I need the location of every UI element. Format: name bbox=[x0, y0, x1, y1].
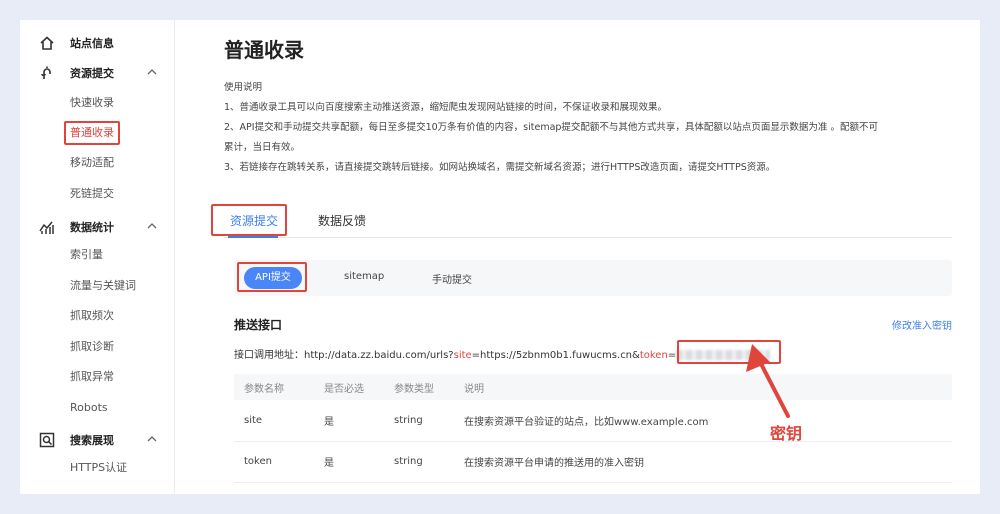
table-cell: token bbox=[244, 456, 272, 467]
endpoint-token-eq: = bbox=[667, 350, 677, 361]
annotation-label-key: 密钥 bbox=[770, 424, 803, 443]
endpoint-site-value: =https://5zbnm0b1.fuwucms.cn& bbox=[471, 350, 640, 361]
usage-heading: 使用说明 bbox=[224, 82, 263, 93]
search-display-icon bbox=[38, 431, 56, 449]
sidebar-group-label: 资源提交 bbox=[70, 67, 114, 80]
sidebar: 站点信息 资源提交 快速收录 普通收录 移动适配 死链提交 数据统计 索引量 流… bbox=[20, 20, 175, 494]
usage-instructions: 使用说明 1、普通收录工具可以向百度搜索主动推送资源，缩短爬虫发现网站链接的时间… bbox=[224, 78, 964, 178]
subtab-sitemap[interactable]: sitemap bbox=[344, 271, 384, 282]
sidebar-group-label: 搜索展现 bbox=[70, 434, 114, 447]
chevron-up-icon[interactable] bbox=[146, 433, 158, 445]
highlight-box-tab bbox=[211, 204, 287, 236]
usage-line: 1、普通收录工具可以向百度搜索主动推送资源，缩短爬虫发现网站链接的时间，不保证收… bbox=[224, 102, 668, 113]
main-tabs: 资源提交 数据反馈 bbox=[224, 206, 952, 238]
table-cell: string bbox=[394, 456, 423, 467]
tab-data-feedback[interactable]: 数据反馈 bbox=[318, 212, 366, 229]
highlight-box-api bbox=[237, 262, 307, 292]
table-row: token 是 string 在搜索资源平台申请的推送用的准入密钥 bbox=[234, 441, 952, 482]
usage-line: 3、若链接存在跳转关系，请直接提交跳转后链接。如网站换域名，需提交新域名资源；进… bbox=[224, 162, 776, 173]
chart-icon bbox=[38, 218, 56, 236]
resource-submit-icon bbox=[38, 64, 56, 82]
usage-line: 累计，当日有效。 bbox=[224, 142, 301, 153]
table-cell: site bbox=[244, 414, 263, 426]
subtab-manual-submit[interactable]: 手动提交 bbox=[432, 271, 472, 286]
params-table: 参数名称 是否必选 参数类型 说明 site 是 string 在搜索资源平台验… bbox=[234, 374, 952, 483]
table-header: 是否必选 bbox=[324, 383, 364, 395]
table-cell: 在搜索资源平台申请的推送用的准入密钥 bbox=[464, 458, 644, 469]
sidebar-group-data-stats[interactable]: 数据统计 bbox=[20, 212, 175, 242]
home-icon bbox=[38, 34, 56, 52]
sidebar-group-label: 站点信息 bbox=[70, 37, 114, 50]
push-interface-title: 推送接口 bbox=[234, 318, 283, 332]
active-tab-indicator bbox=[228, 236, 278, 238]
sidebar-group-label: 数据统计 bbox=[70, 221, 114, 234]
table-cell: string bbox=[394, 414, 423, 426]
table-header: 说明 bbox=[464, 383, 484, 395]
sidebar-group-resource-submit[interactable]: 资源提交 bbox=[20, 58, 175, 88]
sidebar-item-crawl-frequency[interactable]: 抓取频次 bbox=[70, 306, 114, 326]
app-frame: 站点信息 资源提交 快速收录 普通收录 移动适配 死链提交 数据统计 索引量 流… bbox=[20, 20, 980, 494]
sidebar-item-crawl-errors[interactable]: 抓取异常 bbox=[70, 367, 114, 387]
sidebar-item-https-cert[interactable]: HTTPS认证 bbox=[70, 458, 127, 478]
sidebar-item-traffic-keywords[interactable]: 流量与关键词 bbox=[70, 276, 136, 296]
endpoint-label: 接口调用地址： bbox=[234, 350, 304, 361]
usage-line: 2、API提交和手动提交共享配额，每日至多提交10万条有价值的内容，sitema… bbox=[224, 122, 878, 133]
sidebar-item-robots[interactable]: Robots bbox=[70, 398, 108, 418]
highlight-box-token bbox=[677, 340, 781, 364]
sidebar-group-site-info[interactable]: 站点信息 bbox=[20, 28, 175, 58]
sidebar-item-mobile-adapt[interactable]: 移动适配 bbox=[70, 153, 114, 173]
highlight-box-sidebar bbox=[64, 121, 120, 145]
table-header-row: 参数名称 是否必选 参数类型 说明 bbox=[234, 374, 952, 400]
submit-method-bar: API提交 sitemap 手动提交 bbox=[234, 260, 952, 296]
page-title: 普通收录 bbox=[224, 38, 304, 62]
table-cell: 在搜索资源平台验证的站点，比如www.example.com bbox=[464, 416, 709, 428]
main-content: 普通收录 使用说明 1、普通收录工具可以向百度搜索主动推送资源，缩短爬虫发现网站… bbox=[176, 20, 980, 494]
table-header: 参数名称 bbox=[244, 383, 284, 395]
sidebar-item-dead-link[interactable]: 死链提交 bbox=[70, 184, 114, 204]
endpoint-token-key: token bbox=[639, 350, 668, 361]
sidebar-item-quick-index[interactable]: 快速收录 bbox=[70, 93, 114, 113]
chevron-up-icon[interactable] bbox=[146, 220, 158, 232]
chevron-up-icon[interactable] bbox=[146, 66, 158, 78]
table-row: site 是 string 在搜索资源平台验证的站点，比如www.example… bbox=[234, 400, 952, 441]
sidebar-item-index-count[interactable]: 索引量 bbox=[70, 245, 103, 265]
sidebar-group-search-display[interactable]: 搜索展现 bbox=[20, 425, 175, 455]
endpoint-site-key: site bbox=[453, 350, 472, 361]
endpoint-url-prefix: http://data.zz.baidu.com/urls? bbox=[304, 350, 454, 361]
table-cell: 是 bbox=[324, 416, 334, 428]
sidebar-item-crawl-diagnosis[interactable]: 抓取诊断 bbox=[70, 337, 114, 357]
table-cell: 是 bbox=[324, 458, 334, 469]
edit-access-key-link[interactable]: 修改准入密钥 bbox=[892, 317, 952, 332]
table-header: 参数类型 bbox=[394, 383, 434, 395]
